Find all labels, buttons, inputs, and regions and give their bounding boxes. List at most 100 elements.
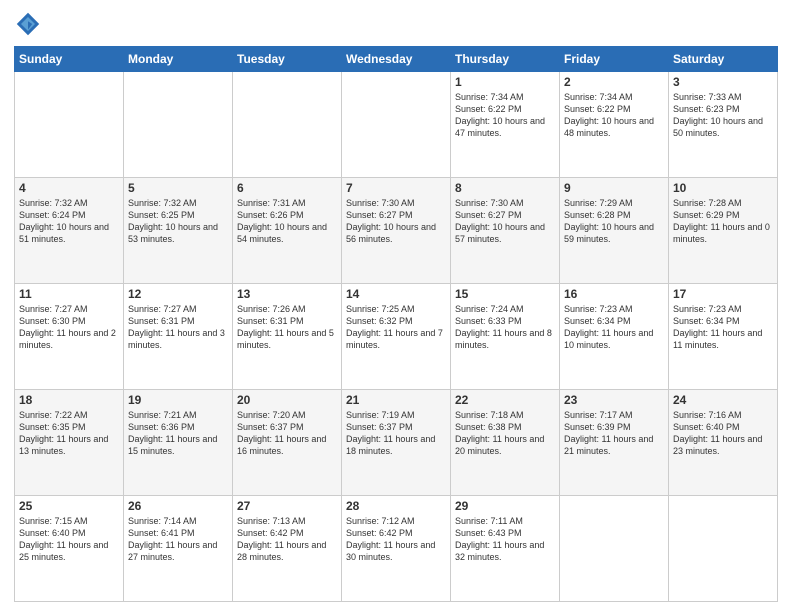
day-number: 7 bbox=[346, 181, 446, 195]
day-number: 2 bbox=[564, 75, 664, 89]
calendar-cell: 1 Sunrise: 7:34 AMSunset: 6:22 PMDaylight… bbox=[451, 72, 560, 178]
day-header-tuesday: Tuesday bbox=[233, 47, 342, 72]
calendar-cell: 29 Sunrise: 7:11 AMSunset: 6:43 PMDayligh… bbox=[451, 496, 560, 602]
day-info: Sunrise: 7:31 AMSunset: 6:26 PMDaylight:… bbox=[237, 197, 337, 246]
calendar-cell: 11Sunrise: 7:27 AMSunset: 6:30 PMDayligh… bbox=[15, 284, 124, 390]
day-info: Sunrise: 7:30 AMSunset: 6:27 PMDaylight:… bbox=[455, 197, 555, 246]
day-number: 23 bbox=[564, 393, 664, 407]
calendar-week-1: 1 Sunrise: 7:34 AMSunset: 6:22 PMDaylight… bbox=[15, 72, 778, 178]
day-number: 12 bbox=[128, 287, 228, 301]
calendar-cell: 18 Sunrise: 7:22 AMSunset: 6:35 PMDayligh… bbox=[15, 390, 124, 496]
day-header-friday: Friday bbox=[560, 47, 669, 72]
calendar-cell: 17 Sunrise: 7:23 AMSunset: 6:34 PMDayligh… bbox=[669, 284, 778, 390]
day-header-sunday: Sunday bbox=[15, 47, 124, 72]
day-number: 17 bbox=[673, 287, 773, 301]
calendar-cell: 22 Sunrise: 7:18 AMSunset: 6:38 PMDayligh… bbox=[451, 390, 560, 496]
calendar-cell: 4 Sunrise: 7:32 AMSunset: 6:24 PMDaylight… bbox=[15, 178, 124, 284]
day-info: Sunrise: 7:12 AMSunset: 6:42 PMDaylight:… bbox=[346, 515, 446, 564]
day-number: 6 bbox=[237, 181, 337, 195]
calendar-page: SundayMondayTuesdayWednesdayThursdayFrid… bbox=[0, 0, 792, 612]
calendar-cell: 21 Sunrise: 7:19 AMSunset: 6:37 PMDayligh… bbox=[342, 390, 451, 496]
calendar-cell: 16 Sunrise: 7:23 AMSunset: 6:34 PMDayligh… bbox=[560, 284, 669, 390]
day-info: Sunrise: 7:26 AMSunset: 6:31 PMDaylight:… bbox=[237, 303, 337, 352]
calendar-cell: 25Sunrise: 7:15 AMSunset: 6:40 PMDayligh… bbox=[15, 496, 124, 602]
calendar-cell: 2 Sunrise: 7:34 AMSunset: 6:22 PMDaylight… bbox=[560, 72, 669, 178]
day-info: Sunrise: 7:19 AMSunset: 6:37 PMDaylight:… bbox=[346, 409, 446, 458]
day-info: Sunrise: 7:13 AMSunset: 6:42 PMDaylight:… bbox=[237, 515, 337, 564]
day-info: Sunrise: 7:30 AMSunset: 6:27 PMDaylight:… bbox=[346, 197, 446, 246]
calendar-cell: 6 Sunrise: 7:31 AMSunset: 6:26 PMDaylight… bbox=[233, 178, 342, 284]
day-info: Sunrise: 7:15 AMSunset: 6:40 PMDaylight:… bbox=[19, 515, 119, 564]
day-number: 3 bbox=[673, 75, 773, 89]
day-number: 14 bbox=[346, 287, 446, 301]
calendar-week-3: 11Sunrise: 7:27 AMSunset: 6:30 PMDayligh… bbox=[15, 284, 778, 390]
day-info: Sunrise: 7:33 AMSunset: 6:23 PMDaylight:… bbox=[673, 91, 773, 140]
day-header-wednesday: Wednesday bbox=[342, 47, 451, 72]
day-info: Sunrise: 7:34 AMSunset: 6:22 PMDaylight:… bbox=[455, 91, 555, 140]
calendar-cell bbox=[669, 496, 778, 602]
day-info: Sunrise: 7:20 AMSunset: 6:37 PMDaylight:… bbox=[237, 409, 337, 458]
day-info: Sunrise: 7:22 AMSunset: 6:35 PMDaylight:… bbox=[19, 409, 119, 458]
header bbox=[14, 10, 778, 38]
day-header-thursday: Thursday bbox=[451, 47, 560, 72]
calendar-cell: 10 Sunrise: 7:28 AMSunset: 6:29 PMDayligh… bbox=[669, 178, 778, 284]
day-info: Sunrise: 7:17 AMSunset: 6:39 PMDaylight:… bbox=[564, 409, 664, 458]
day-number: 27 bbox=[237, 499, 337, 513]
day-number: 21 bbox=[346, 393, 446, 407]
calendar-cell: 8Sunrise: 7:30 AMSunset: 6:27 PMDaylight… bbox=[451, 178, 560, 284]
day-info: Sunrise: 7:32 AMSunset: 6:25 PMDaylight:… bbox=[128, 197, 228, 246]
day-number: 10 bbox=[673, 181, 773, 195]
day-info: Sunrise: 7:18 AMSunset: 6:38 PMDaylight:… bbox=[455, 409, 555, 458]
day-info: Sunrise: 7:25 AMSunset: 6:32 PMDaylight:… bbox=[346, 303, 446, 352]
day-number: 1 bbox=[455, 75, 555, 89]
calendar-cell bbox=[560, 496, 669, 602]
day-info: Sunrise: 7:23 AMSunset: 6:34 PMDaylight:… bbox=[564, 303, 664, 352]
day-info: Sunrise: 7:28 AMSunset: 6:29 PMDaylight:… bbox=[673, 197, 773, 246]
day-number: 22 bbox=[455, 393, 555, 407]
day-info: Sunrise: 7:32 AMSunset: 6:24 PMDaylight:… bbox=[19, 197, 119, 246]
calendar-cell: 28 Sunrise: 7:12 AMSunset: 6:42 PMDayligh… bbox=[342, 496, 451, 602]
day-info: Sunrise: 7:23 AMSunset: 6:34 PMDaylight:… bbox=[673, 303, 773, 352]
calendar-table: SundayMondayTuesdayWednesdayThursdayFrid… bbox=[14, 46, 778, 602]
calendar-cell: 13 Sunrise: 7:26 AMSunset: 6:31 PMDayligh… bbox=[233, 284, 342, 390]
calendar-week-5: 25Sunrise: 7:15 AMSunset: 6:40 PMDayligh… bbox=[15, 496, 778, 602]
day-info: Sunrise: 7:16 AMSunset: 6:40 PMDaylight:… bbox=[673, 409, 773, 458]
calendar-week-2: 4 Sunrise: 7:32 AMSunset: 6:24 PMDaylight… bbox=[15, 178, 778, 284]
calendar-cell: 9 Sunrise: 7:29 AMSunset: 6:28 PMDaylight… bbox=[560, 178, 669, 284]
day-number: 16 bbox=[564, 287, 664, 301]
day-info: Sunrise: 7:34 AMSunset: 6:22 PMDaylight:… bbox=[564, 91, 664, 140]
day-number: 18 bbox=[19, 393, 119, 407]
day-number: 15 bbox=[455, 287, 555, 301]
day-info: Sunrise: 7:29 AMSunset: 6:28 PMDaylight:… bbox=[564, 197, 664, 246]
calendar-cell bbox=[233, 72, 342, 178]
day-number: 29 bbox=[455, 499, 555, 513]
day-number: 20 bbox=[237, 393, 337, 407]
logo bbox=[14, 10, 46, 38]
calendar-cell: 12Sunrise: 7:27 AMSunset: 6:31 PMDayligh… bbox=[124, 284, 233, 390]
calendar-cell: 15 Sunrise: 7:24 AMSunset: 6:33 PMDayligh… bbox=[451, 284, 560, 390]
calendar-header-row: SundayMondayTuesdayWednesdayThursdayFrid… bbox=[15, 47, 778, 72]
calendar-cell: 24 Sunrise: 7:16 AMSunset: 6:40 PMDayligh… bbox=[669, 390, 778, 496]
day-info: Sunrise: 7:21 AMSunset: 6:36 PMDaylight:… bbox=[128, 409, 228, 458]
logo-icon bbox=[14, 10, 42, 38]
calendar-cell: 20 Sunrise: 7:20 AMSunset: 6:37 PMDayligh… bbox=[233, 390, 342, 496]
day-number: 11 bbox=[19, 287, 119, 301]
calendar-week-4: 18 Sunrise: 7:22 AMSunset: 6:35 PMDayligh… bbox=[15, 390, 778, 496]
day-info: Sunrise: 7:11 AMSunset: 6:43 PMDaylight:… bbox=[455, 515, 555, 564]
day-number: 9 bbox=[564, 181, 664, 195]
calendar-cell: 3 Sunrise: 7:33 AMSunset: 6:23 PMDaylight… bbox=[669, 72, 778, 178]
calendar-cell bbox=[124, 72, 233, 178]
day-number: 5 bbox=[128, 181, 228, 195]
day-number: 13 bbox=[237, 287, 337, 301]
day-info: Sunrise: 7:24 AMSunset: 6:33 PMDaylight:… bbox=[455, 303, 555, 352]
calendar-cell bbox=[342, 72, 451, 178]
calendar-cell: 14 Sunrise: 7:25 AMSunset: 6:32 PMDayligh… bbox=[342, 284, 451, 390]
calendar-cell: 19Sunrise: 7:21 AMSunset: 6:36 PMDayligh… bbox=[124, 390, 233, 496]
day-info: Sunrise: 7:14 AMSunset: 6:41 PMDaylight:… bbox=[128, 515, 228, 564]
day-number: 24 bbox=[673, 393, 773, 407]
day-number: 28 bbox=[346, 499, 446, 513]
day-header-monday: Monday bbox=[124, 47, 233, 72]
day-number: 4 bbox=[19, 181, 119, 195]
calendar-cell: 5 Sunrise: 7:32 AMSunset: 6:25 PMDaylight… bbox=[124, 178, 233, 284]
calendar-cell: 26Sunrise: 7:14 AMSunset: 6:41 PMDayligh… bbox=[124, 496, 233, 602]
